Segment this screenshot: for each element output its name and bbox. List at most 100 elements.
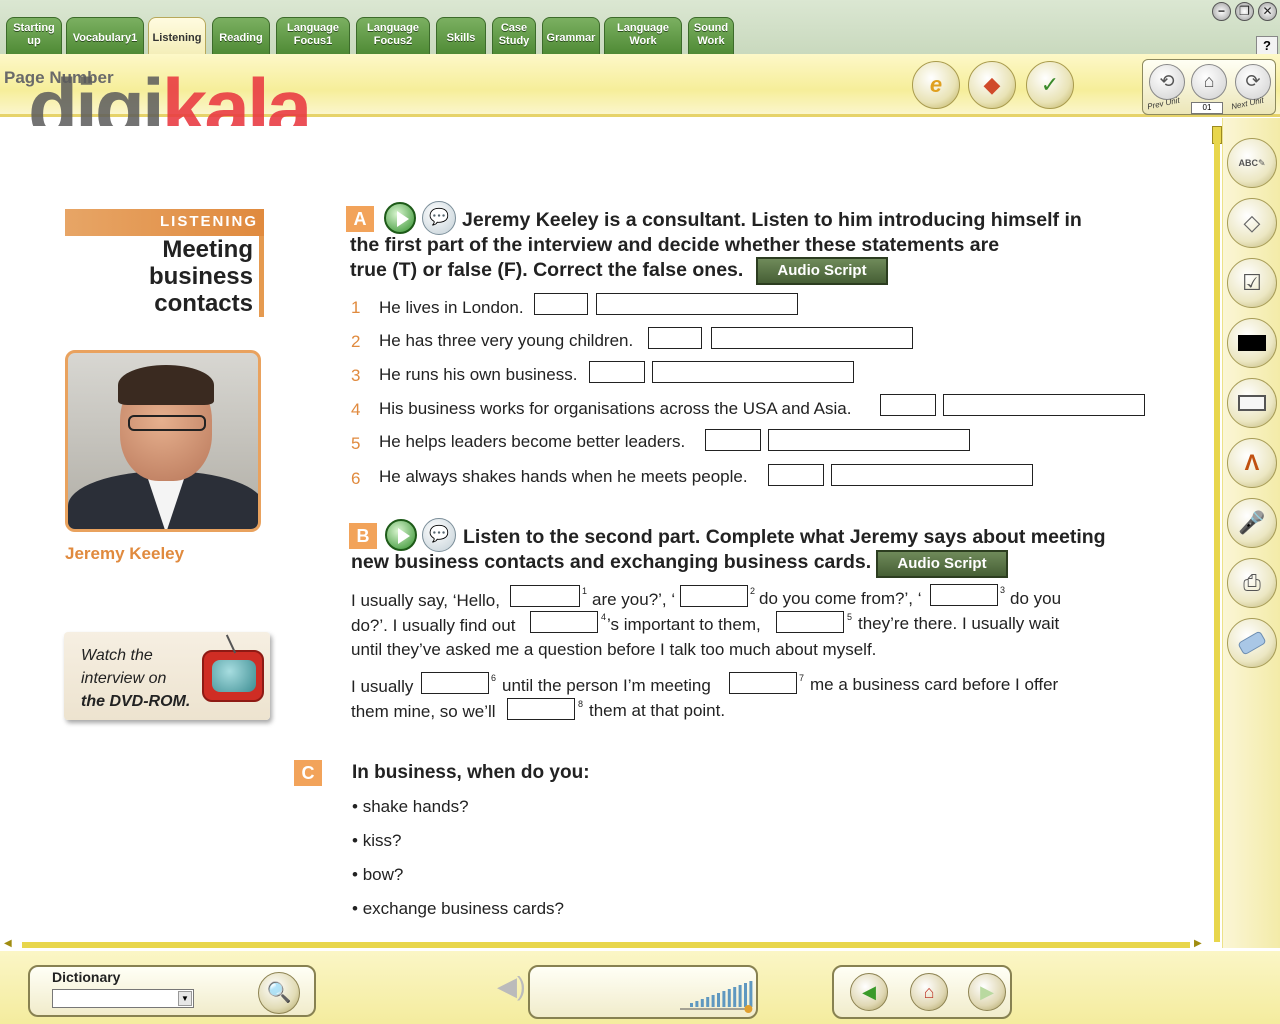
gap-number: 1 (582, 586, 588, 596)
gap-number: 3 (1000, 585, 1006, 595)
vertical-scrollbar[interactable] (1211, 126, 1222, 948)
chevron-down-icon[interactable]: ▼ (178, 991, 192, 1006)
tab-listening[interactable]: Listening (148, 17, 206, 55)
gap-3[interactable] (930, 584, 998, 606)
section-a-marker: A (346, 206, 374, 232)
abc-pencil-icon: ABC✎ (1238, 157, 1266, 168)
correction-field-6[interactable] (831, 464, 1033, 486)
list-item-text: exchange business cards? (362, 899, 564, 918)
answers-tool-button[interactable]: ✓ (1026, 61, 1074, 109)
tf-answer-2[interactable] (648, 327, 702, 349)
tab-label: Vocabulary1 (72, 32, 138, 44)
horizontal-scrollbar[interactable]: ◀ ▶ (0, 938, 1222, 951)
tab-case-study[interactable]: Case Study (492, 17, 536, 54)
tab-language-work[interactable]: Language Work (604, 17, 682, 54)
tab-language-focus1[interactable]: Language Focus1 (276, 17, 350, 54)
correction-field-3[interactable] (652, 361, 854, 383)
volume-bar (749, 981, 753, 1007)
statement-number: 6 (351, 469, 361, 488)
forward-button[interactable]: ▶ (968, 973, 1006, 1011)
unit-navigator: ⟲ ⌂ ⟳ Prev Unit 01 Next Unit (1142, 59, 1276, 115)
tab-skills[interactable]: Skills (436, 17, 486, 54)
statement-text: He runs his own business. (379, 365, 578, 384)
gap-4[interactable] (530, 611, 598, 633)
unit-home-button[interactable]: ⌂ (1191, 64, 1227, 100)
gap-2[interactable] (680, 585, 748, 607)
tf-answer-6[interactable] (768, 464, 824, 486)
prev-unit-button[interactable]: ⟲ (1149, 64, 1185, 100)
scroll-left-arrow[interactable]: ◀ (4, 938, 12, 949)
volume-bar (744, 983, 747, 1007)
tab-grammar[interactable]: Grammar (542, 17, 600, 54)
microphone-icon: 🎤 (1238, 510, 1266, 535)
gap-number: 7 (799, 673, 805, 683)
unit-number-field[interactable]: 01 (1191, 102, 1223, 114)
page-navigation-panel: ◀ ⌂ ▶ (832, 965, 1012, 1019)
tf-answer-1[interactable] (534, 293, 588, 315)
dictionary-search-button[interactable]: 🔍 (258, 972, 300, 1014)
checklist-tool[interactable]: ☑ (1227, 258, 1277, 308)
scroll-track[interactable] (22, 942, 1190, 948)
cloze-text: do?’. I usually find out (351, 616, 516, 635)
tv-icon (202, 634, 264, 702)
gap-5[interactable] (776, 611, 844, 633)
audio-script-a-button[interactable]: Audio Script (756, 257, 888, 285)
gap-6[interactable] (421, 672, 489, 694)
rectangle-outline-icon (1238, 395, 1266, 411)
cloze-text: I usually (351, 677, 414, 696)
abc-pencil-tool[interactable]: ABC✎ (1227, 138, 1277, 188)
microphone-tool[interactable]: 🎤 (1227, 498, 1277, 548)
correction-field-4[interactable] (943, 394, 1145, 416)
next-unit-button[interactable]: ⟳ (1235, 64, 1271, 100)
correction-field-1[interactable] (596, 293, 798, 315)
restore-button[interactable]: ❐ (1235, 2, 1254, 21)
minimize-button[interactable]: − (1212, 2, 1231, 21)
scroll-track[interactable] (1214, 142, 1220, 942)
volume-panel[interactable] (528, 965, 758, 1019)
section-banner: LISTENING (65, 209, 264, 236)
tf-answer-5[interactable] (705, 429, 761, 451)
audio-script-b-button[interactable]: Audio Script (876, 550, 1008, 578)
note-eraser-tool[interactable]: ◇ (1227, 198, 1277, 248)
volume-bar (722, 991, 726, 1007)
chart-tool-button[interactable]: ◆ (968, 61, 1016, 109)
compass-tool[interactable]: Λ (1227, 438, 1277, 488)
outline-rect-tool[interactable] (1227, 378, 1277, 428)
close-button[interactable]: ✕ (1258, 2, 1277, 21)
home-button[interactable]: ⌂ (910, 973, 948, 1011)
lesson-title: Meeting business contacts (65, 236, 264, 317)
filled-rect-tool[interactable] (1227, 318, 1277, 368)
back-button[interactable]: ◀ (850, 973, 888, 1011)
dvd-line: the DVD-ROM. (81, 693, 191, 710)
photo-glasses (128, 415, 206, 431)
tab-reading[interactable]: Reading (212, 17, 270, 54)
tab-starting-up[interactable]: Starting up (6, 17, 62, 54)
edit-tool-button[interactable]: e (912, 61, 960, 109)
help-button[interactable]: ? (1256, 36, 1278, 56)
tab-language-focus2[interactable]: Language Focus2 (356, 17, 430, 54)
dvd-text: Watch the interview on the DVD-ROM. (81, 644, 201, 713)
dictionary-select[interactable]: ▼ (52, 989, 194, 1008)
tab-vocabulary1[interactable]: Vocabulary1 (66, 17, 144, 54)
play-audio-b-button[interactable] (385, 519, 417, 551)
section-a-instruction-3: true (T) or false (F). Correct the false… (350, 259, 744, 281)
tab-sound-work[interactable]: Sound Work (688, 17, 734, 54)
gap-7[interactable] (729, 672, 797, 694)
tf-answer-4[interactable] (880, 394, 936, 416)
volume-knob[interactable] (744, 1005, 753, 1013)
list-item-text: kiss? (362, 831, 402, 850)
print-tool[interactable]: ⎙ (1227, 558, 1277, 608)
play-audio-a-button[interactable] (384, 202, 416, 234)
scroll-right-arrow[interactable]: ▶ (1194, 938, 1202, 949)
eraser-tool[interactable] (1227, 618, 1277, 668)
tf-answer-3[interactable] (589, 361, 645, 383)
correction-field-2[interactable] (711, 327, 913, 349)
gap-1[interactable] (510, 585, 580, 607)
speech-b-button[interactable]: 💬 (422, 518, 456, 552)
gap-8[interactable] (507, 698, 575, 720)
magnifier-icon: 🔍 (266, 982, 292, 1004)
correction-field-5[interactable] (768, 429, 970, 451)
section-c-question: In business, when do you: (352, 762, 590, 783)
volume-slider[interactable] (530, 967, 760, 1021)
speech-a-button[interactable]: 💬 (422, 201, 456, 235)
